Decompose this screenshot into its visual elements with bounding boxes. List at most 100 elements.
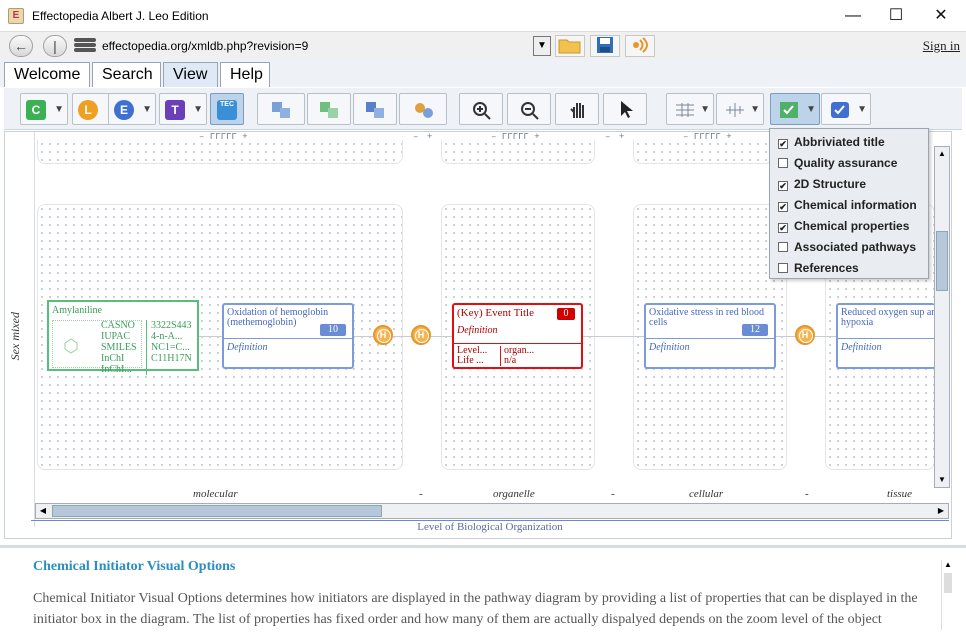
publish-icon[interactable]: [625, 35, 655, 57]
scroll-right-arrow-icon[interactable]: ▶: [934, 504, 948, 518]
zoom-in-button[interactable]: [459, 93, 503, 125]
chemical-initiator-box[interactable]: Amylaniline CASNO IUPAC SMILES InChI InC…: [47, 300, 199, 375]
layout-ee-button[interactable]: [353, 93, 397, 125]
address-bar: ← | effectopedia.org/xmldb.php?revision=…: [0, 31, 966, 59]
checkbox-icon[interactable]: ✔: [778, 139, 788, 149]
level-molecular: molecular: [193, 488, 238, 500]
maximize-button[interactable]: ☐: [873, 0, 919, 31]
column-minus[interactable]: –: [413, 132, 418, 144]
horizontal-scrollbar[interactable]: ◀ ▶: [35, 503, 949, 519]
vertical-layout-button[interactable]: ▼: [716, 93, 764, 125]
key-event-values: organ... n/a: [504, 345, 535, 366]
horizontal-layout-button[interactable]: ▼: [666, 93, 714, 125]
checkbox-icon[interactable]: ✔: [778, 223, 788, 233]
menu-item-quality-assurance[interactable]: Quality assurance: [778, 154, 897, 172]
column-plus[interactable]: +: [619, 132, 624, 144]
key-event-node[interactable]: (Key) Event Title 0 Definition Level... …: [452, 303, 583, 369]
initiator-values: 3322S443 4-n-A... NC1=C... C11H17N: [151, 320, 192, 364]
link-hub-icon[interactable]: H: [373, 325, 393, 345]
main-tabs: Welcome Search View Help: [0, 59, 966, 87]
column-plus[interactable]: +: [427, 132, 432, 144]
back-button[interactable]: ←: [9, 35, 33, 57]
checkbox-icon[interactable]: [778, 242, 788, 252]
menu-item-references[interactable]: References: [778, 259, 859, 277]
initiator-title: Amylaniline: [52, 305, 102, 316]
scroll-down-arrow-icon[interactable]: ▼: [935, 473, 949, 487]
chemical-filter-button[interactable]: C ▼: [20, 93, 68, 125]
vertical-scroll-thumb[interactable]: [936, 231, 948, 291]
stop-button[interactable]: |: [43, 35, 67, 57]
event-node-oxidative-stress[interactable]: Oxidative stress in red blood cells 12 D…: [644, 303, 776, 369]
link-hub-icon[interactable]: H: [411, 325, 431, 345]
link-icon: L: [78, 100, 98, 120]
save-icon[interactable]: [590, 35, 620, 57]
layout-links-button[interactable]: [399, 93, 447, 125]
layout-cc-button[interactable]: [307, 93, 351, 125]
menu-item-chemical-properties[interactable]: ✔ Chemical properties: [778, 217, 909, 235]
level-separator: -: [419, 488, 423, 500]
menu-item-associated-pathways[interactable]: Associated pathways: [778, 238, 916, 256]
left-axis-bar: Sex mixed: [5, 132, 35, 527]
tec-icon: TEC: [217, 100, 237, 120]
sign-in-link[interactable]: Sign in: [923, 38, 960, 54]
test-filter-button[interactable]: T ▼: [159, 93, 207, 125]
level-axis-title: Level of Biological Organization: [31, 520, 949, 534]
level-organelle: organelle: [493, 488, 535, 500]
link-hub-icon[interactable]: H: [795, 325, 815, 345]
menu-item-2d-structure[interactable]: ✔ 2D Structure: [778, 175, 866, 193]
horizontal-scroll-thumb[interactable]: [52, 505, 382, 517]
database-icon: [74, 37, 96, 55]
column-minus[interactable]: –: [605, 132, 610, 144]
help-scrollbar[interactable]: ▲: [941, 560, 954, 630]
checkbox-icon[interactable]: ✔: [778, 181, 788, 191]
node-separator: [838, 338, 935, 339]
url-dropdown-button[interactable]: ▼: [533, 36, 551, 56]
tab-search[interactable]: Search: [92, 62, 161, 87]
help-panel: Chemical Initiator Visual Options Chemic…: [0, 545, 966, 633]
window-titlebar: E Effectopedia Albert J. Leo Edition — ☐…: [0, 0, 966, 31]
effect-icon: E: [114, 100, 134, 120]
effect-filter-button[interactable]: E ▼: [108, 93, 156, 125]
minimize-button[interactable]: —: [830, 0, 876, 31]
select-pointer-button[interactable]: [603, 93, 647, 125]
pan-hand-button[interactable]: [555, 93, 599, 125]
checkbox-icon[interactable]: [778, 158, 788, 168]
scroll-up-arrow-icon[interactable]: ▲: [942, 560, 954, 569]
scroll-left-arrow-icon[interactable]: ◀: [36, 504, 50, 518]
level-tissue: tissue: [887, 488, 913, 500]
open-folder-icon[interactable]: [555, 35, 585, 57]
tab-help[interactable]: Help: [220, 62, 270, 87]
help-scroll-thumb[interactable]: [944, 573, 952, 593]
node-separator: [454, 343, 581, 344]
key-event-labels: Level... Life ...: [457, 346, 501, 366]
help-body: Chemical Initiator Visual Options determ…: [33, 591, 918, 627]
app-icon: E: [8, 7, 24, 24]
event-node-hypoxia[interactable]: Reduced oxygen sup and hypoxia Definitio…: [836, 303, 935, 369]
node-separator: [646, 338, 774, 339]
event-node-hemoglobin[interactable]: Oxidation of hemoglobin (methemoglobin) …: [222, 303, 354, 369]
tab-welcome[interactable]: Welcome: [4, 62, 90, 87]
layout-ce-button[interactable]: [257, 93, 305, 125]
zoom-out-button[interactable]: [507, 93, 551, 125]
url-field[interactable]: effectopedia.org/xmldb.php?revision=9: [102, 39, 308, 53]
tec-view-button[interactable]: TEC: [210, 93, 244, 125]
checkbox-icon[interactable]: [778, 263, 788, 273]
level-cellular: cellular: [689, 488, 724, 500]
window-title: Effectopedia Albert J. Leo Edition: [32, 8, 209, 23]
menu-item-chemical-information[interactable]: ✔ Chemical information: [778, 196, 917, 214]
scroll-up-arrow-icon[interactable]: ▲: [935, 147, 949, 161]
vertical-scrollbar[interactable]: ▲ ▼: [934, 146, 950, 488]
menu-item-abbriviated-title[interactable]: ✔ Abbriviated title: [778, 133, 885, 151]
level-separator: -: [611, 488, 615, 500]
chemical-options-button[interactable]: ▼: [770, 93, 820, 125]
node-separator: [224, 338, 352, 339]
tab-view[interactable]: View: [163, 62, 218, 87]
checkbox-icon[interactable]: ✔: [778, 202, 788, 212]
chemical-icon: C: [26, 100, 46, 120]
chemical-options-menu: ✔ Abbriviated title Quality assurance ✔ 2D…: [769, 128, 929, 279]
help-heading: Chemical Initiator Visual Options: [33, 559, 236, 574]
column-molecular-top: [37, 140, 403, 164]
effect-options-button[interactable]: ▼: [821, 93, 871, 125]
test-icon: T: [165, 100, 185, 120]
close-button[interactable]: ✕: [918, 0, 964, 31]
